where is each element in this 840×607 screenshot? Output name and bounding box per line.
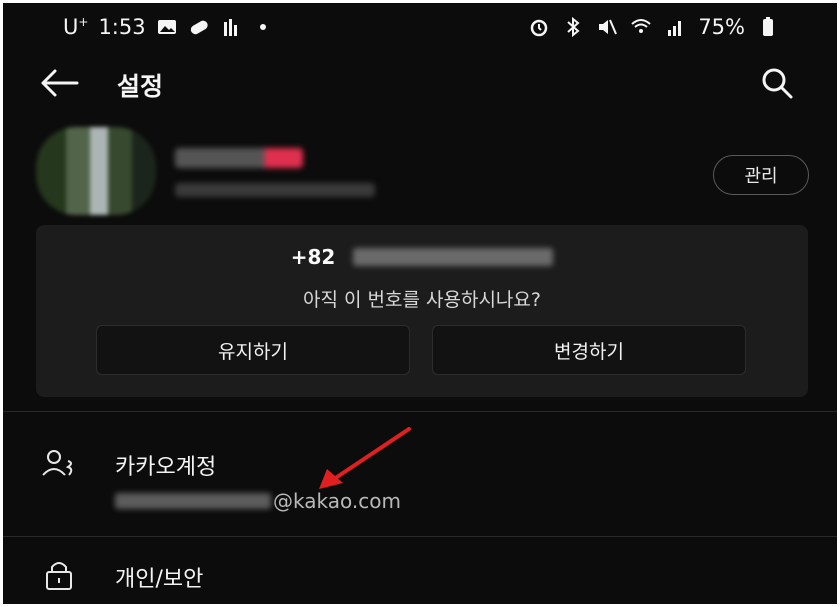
clock: 1:53 [98,15,146,39]
keep-number-button[interactable]: 유지하기 [96,325,410,375]
phone-number: +82 [36,245,808,269]
manage-button[interactable]: 관리 [713,155,809,195]
screen: U+ 1:53 75% 설정 관리 +82 아직 이 번호를 사용하시나요? 유… [3,3,837,604]
pill-icon [190,20,208,35]
privacy-security-label: 개인/보안 [115,567,204,592]
phone-number-card: +82 아직 이 번호를 사용하시나요? 유지하기 변경하기 [36,225,808,397]
status-bar: U+ 1:53 75% [3,3,837,55]
country-code: +82 [290,245,336,269]
lock-icon [46,562,72,590]
search-icon[interactable] [757,65,797,101]
divider [3,536,837,537]
wifi-icon [631,19,651,33]
list-item-privacy-security[interactable]: 개인/보안 [3,543,837,603]
signal-icon [668,21,682,36]
dot-icon [259,24,266,30]
battery-percent: 75% [698,15,745,39]
kakao-account-label: 카카오계정 [115,455,217,480]
page-title: 설정 [117,72,164,101]
app-header: 설정 [3,55,837,115]
change-number-button[interactable]: 변경하기 [432,325,746,375]
profile-status-redacted [175,183,375,197]
status-left: U+ 1:53 [63,15,274,39]
mute-icon [599,19,618,35]
person-icon [42,450,73,476]
annotation-arrow-icon [319,427,411,489]
profile-name-redacted [175,148,303,168]
phone-question: 아직 이 번호를 사용하시나요? [303,289,541,311]
chart-icon [223,19,237,36]
divider [3,411,837,412]
alarm-icon [531,19,548,37]
phone-number-redacted [353,248,554,266]
gallery-icon [157,20,176,34]
email-local-redacted [115,493,271,509]
battery-icon [763,17,773,36]
bluetooth-icon [567,16,580,38]
carrier-label: U+ [63,15,89,39]
back-arrow-icon[interactable] [37,65,81,101]
avatar[interactable] [36,127,156,215]
status-right: 75% [528,15,779,39]
